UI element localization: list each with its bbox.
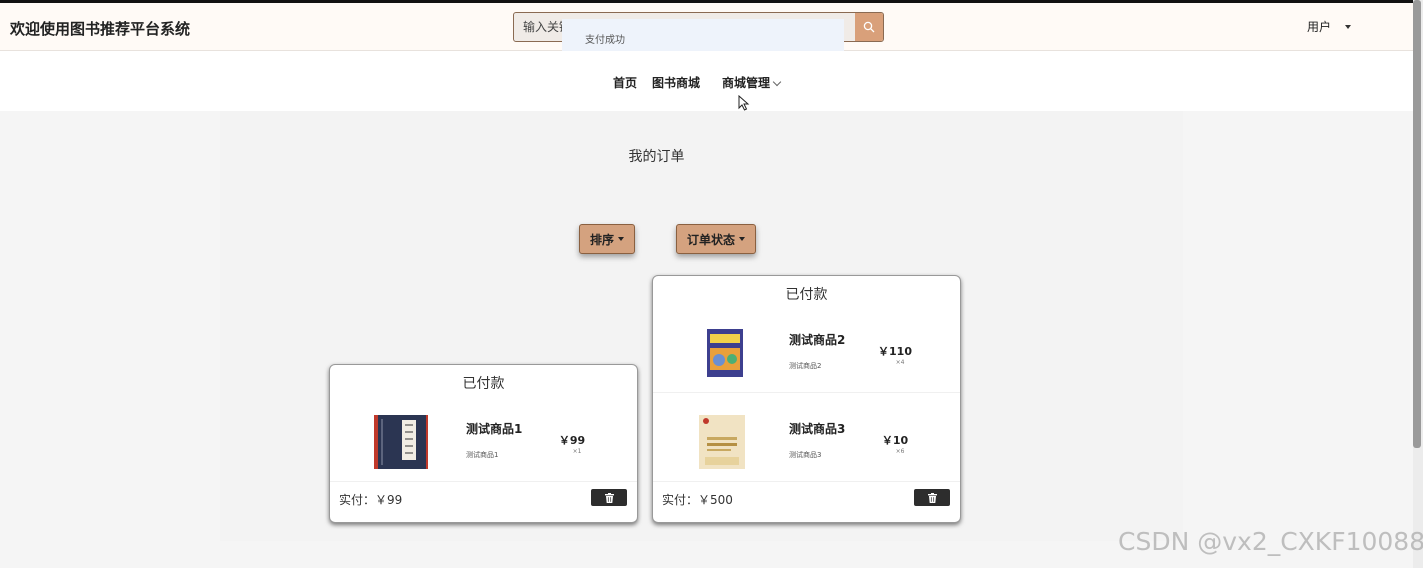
order-item[interactable]: 测试商品3 测试商品3 ￥10 ×6 [653, 393, 960, 482]
caret-down-icon [739, 237, 745, 241]
order-card: 已付款 测试商品2 测试商品2 ￥110 ×4 测试商品3 测试商品3 ￥10 … [652, 275, 961, 523]
site-title: 欢迎使用图书推荐平台系统 [10, 20, 191, 38]
item-quantity: ×4 [895, 359, 905, 366]
book-cover-image [374, 415, 428, 469]
item-price: ￥99 [558, 434, 586, 447]
trash-icon [927, 492, 937, 503]
order-card: 已付款 测试商品1 测试商品1 ￥99 ×1 实付：￥99 [329, 364, 638, 523]
item-description: 测试商品1 [466, 451, 499, 459]
item-name: 测试商品2 [789, 333, 846, 347]
watermark: CSDN @vx2_CXKF10088 [1118, 527, 1423, 556]
mouse-cursor-icon [738, 95, 750, 111]
order-footer: 实付：￥500 [653, 482, 960, 516]
item-name: 测试商品1 [466, 422, 523, 436]
order-total: 实付：￥500 [662, 493, 733, 507]
order-total: 实付：￥99 [339, 493, 403, 507]
order-status-dropdown-button[interactable]: 订单状态 [676, 224, 756, 254]
order-footer: 实付：￥99 [330, 482, 637, 516]
nav-item-shop-management[interactable]: 商城管理 [722, 74, 782, 91]
item-price: ￥10 [881, 434, 909, 447]
trash-icon [604, 492, 614, 503]
item-price: ￥110 [878, 345, 912, 358]
order-status: 已付款 [785, 287, 828, 303]
order-status-dropdown-label: 订单状态 [686, 232, 735, 247]
delete-order-button[interactable] [591, 489, 627, 506]
order-item[interactable]: 测试商品2 测试商品2 ￥110 ×4 [653, 304, 960, 393]
caret-down-icon [1345, 24, 1352, 29]
item-quantity: ×6 [895, 448, 905, 455]
top-bar: 欢迎使用图书推荐平台系统 支付成功 用户 [0, 0, 1413, 53]
search-icon [863, 21, 875, 33]
nav-item-bookstore[interactable]: 图书商城 [652, 74, 700, 91]
book-cover-image [697, 326, 751, 380]
search-button[interactable] [855, 13, 883, 41]
nav-item-home[interactable]: 首页 [613, 74, 637, 91]
chevron-down-icon [772, 77, 782, 87]
main-nav: 首页 图书商城 商城管理 [0, 51, 1413, 111]
item-quantity: ×1 [572, 448, 582, 455]
item-name: 测试商品3 [789, 422, 846, 436]
book-cover-image [697, 415, 751, 469]
caret-down-icon [618, 237, 624, 241]
page-title: 我的订单 [628, 149, 685, 165]
scrollbar-thumb[interactable] [1413, 0, 1421, 448]
user-menu[interactable]: 用户 [1307, 18, 1352, 35]
delete-order-button[interactable] [914, 489, 950, 506]
sort-dropdown-button[interactable]: 排序 [579, 224, 635, 254]
nav-item-shop-management-label: 商城管理 [722, 76, 771, 90]
user-menu-label: 用户 [1307, 20, 1332, 34]
sort-dropdown-label: 排序 [589, 232, 614, 247]
item-description: 测试商品2 [789, 362, 822, 370]
payment-success-toast: 支付成功 [562, 19, 844, 53]
order-item[interactable]: 测试商品1 测试商品1 ￥99 ×1 [330, 393, 637, 482]
item-description: 测试商品3 [789, 451, 822, 459]
order-status: 已付款 [462, 376, 505, 392]
